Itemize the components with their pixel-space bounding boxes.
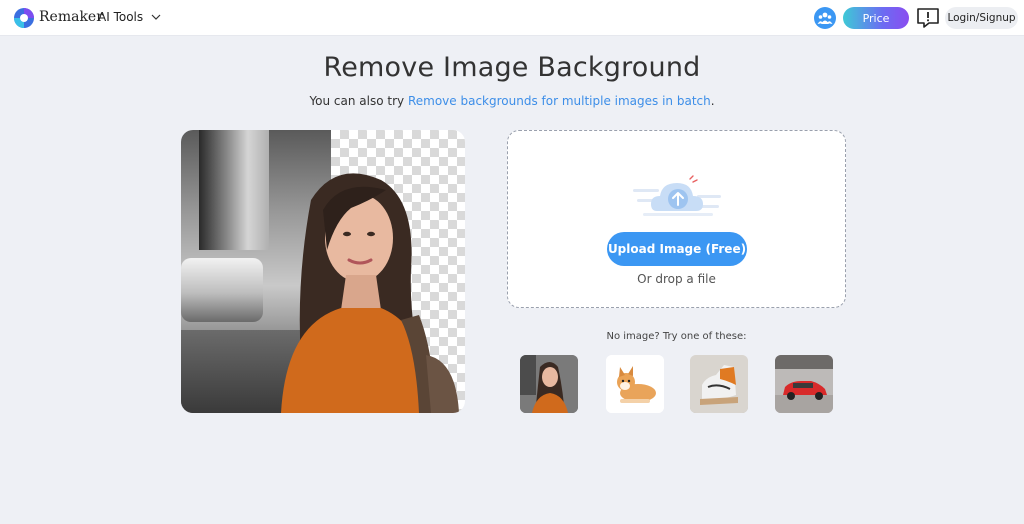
sample-woman-thumbnail[interactable] [520,355,578,413]
drop-file-text: Or drop a file [637,272,716,286]
demo-person-illustration [281,173,459,413]
brand-name[interactable]: Remaker [39,9,103,25]
sample-dog-thumbnail[interactable] [606,355,664,413]
demo-image [181,130,465,413]
sample-prompt: No image? Try one of these: [606,331,747,342]
batch-remove-link[interactable]: Remove backgrounds for multiple images i… [408,94,711,108]
upload-image-button[interactable]: Upload Image (Free) [607,232,747,266]
price-button[interactable]: Price [843,7,909,29]
upload-dropzone[interactable]: Upload Image (Free) Or drop a file [507,130,846,308]
sample-car-thumbnail[interactable] [775,355,833,413]
community-button[interactable] [814,7,836,29]
page-title: Remove Image Background [323,52,701,83]
subtitle-prefix: You can also try [309,94,408,108]
sneaker-sample-image [690,355,748,413]
community-icon [817,12,833,24]
login-signup-button[interactable]: Login/Signup [945,7,1018,29]
woman-sample-image [520,355,578,413]
page-subtitle: You can also try Remove backgrounds for … [0,94,1024,108]
car-sample-image [775,355,833,413]
dog-sample-image [606,355,664,413]
cloud-upload-icon [633,175,721,216]
sample-sneaker-thumbnail[interactable] [690,355,748,413]
ai-tools-menu[interactable]: AI Tools [98,10,161,24]
subtitle-suffix: . [710,94,715,108]
chevron-down-icon [151,14,161,20]
remaker-logo-icon[interactable] [13,7,35,29]
top-nav-bar: Remaker AI Tools Price Login/Signup [0,0,1024,36]
feedback-icon[interactable] [916,6,940,30]
ai-tools-label: AI Tools [98,10,144,24]
